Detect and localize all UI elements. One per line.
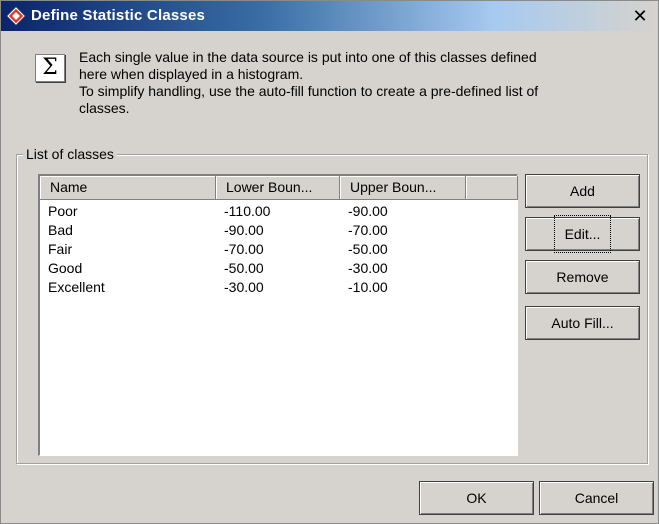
add-button-label: Add: [570, 183, 595, 199]
cell-upper: -50.00: [348, 241, 388, 257]
info-text: Each single value in the data source is …: [79, 49, 649, 117]
remove-button-label: Remove: [556, 269, 609, 285]
cell-upper: -30.00: [348, 260, 388, 276]
auto-fill-button-label: Auto Fill...: [551, 315, 614, 331]
table-row[interactable]: Bad -90.00 -70.00: [40, 221, 517, 240]
auto-fill-button[interactable]: Auto Fill...: [525, 306, 640, 340]
cell-lower: -90.00: [224, 222, 264, 238]
title-bar[interactable]: Define Statistic Classes ✕: [1, 1, 658, 31]
dialog-title: Define Statistic Classes: [31, 7, 206, 24]
close-icon: ✕: [632, 6, 648, 26]
cell-upper: -10.00: [348, 279, 388, 295]
red-diamond-icon: [7, 7, 25, 25]
list-rows: Poor -110.00 -90.00 Bad -90.00 -70.00 Fa…: [40, 202, 517, 297]
classes-list[interactable]: Name Lower Boun... Upper Boun... Poor -1…: [38, 174, 518, 456]
cell-lower: -50.00: [224, 260, 264, 276]
cell-upper: -70.00: [348, 222, 388, 238]
groupbox-legend: List of classes: [23, 146, 117, 162]
cell-lower: -30.00: [224, 279, 264, 295]
define-statistic-classes-dialog: Define Statistic Classes ✕ Σ Each single…: [0, 0, 659, 524]
table-row[interactable]: Good -50.00 -30.00: [40, 259, 517, 278]
table-row[interactable]: Poor -110.00 -90.00: [40, 202, 517, 221]
cell-upper: -90.00: [348, 203, 388, 219]
list-header: Name Lower Boun... Upper Boun...: [40, 176, 518, 200]
remove-button[interactable]: Remove: [525, 260, 640, 294]
info-line-3: To simplify handling, use the auto-fill …: [79, 83, 539, 99]
column-header-lower-bound[interactable]: Lower Boun...: [216, 176, 340, 200]
cancel-button-label: Cancel: [574, 490, 619, 506]
edit-button[interactable]: Edit...: [525, 215, 640, 253]
cell-name: Fair: [48, 241, 73, 257]
cancel-button[interactable]: Cancel: [539, 481, 654, 515]
ok-button[interactable]: OK: [419, 481, 534, 515]
add-button[interactable]: Add: [525, 174, 640, 208]
ok-button-label: OK: [466, 490, 487, 506]
column-header-upper-bound[interactable]: Upper Boun...: [340, 176, 466, 200]
cell-lower: -70.00: [224, 241, 264, 257]
table-row[interactable]: Fair -70.00 -50.00: [40, 240, 517, 259]
edit-button-label: Edit...: [553, 215, 612, 253]
column-header-empty[interactable]: [466, 176, 518, 200]
cell-name: Good: [48, 260, 83, 276]
table-row[interactable]: Excellent -30.00 -10.00: [40, 278, 517, 297]
cell-name: Poor: [48, 203, 78, 219]
cell-name: Excellent: [48, 279, 105, 295]
cell-lower: -110.00: [224, 203, 271, 219]
sigma-icon: Σ: [35, 54, 65, 82]
cell-name: Bad: [48, 222, 73, 238]
info-line-2: here when displayed in a histogram.: [79, 66, 304, 82]
info-line-1: Each single value in the data source is …: [79, 49, 537, 65]
close-button[interactable]: ✕: [630, 6, 650, 26]
column-header-name[interactable]: Name: [40, 176, 216, 200]
info-line-4: classes.: [79, 100, 130, 116]
